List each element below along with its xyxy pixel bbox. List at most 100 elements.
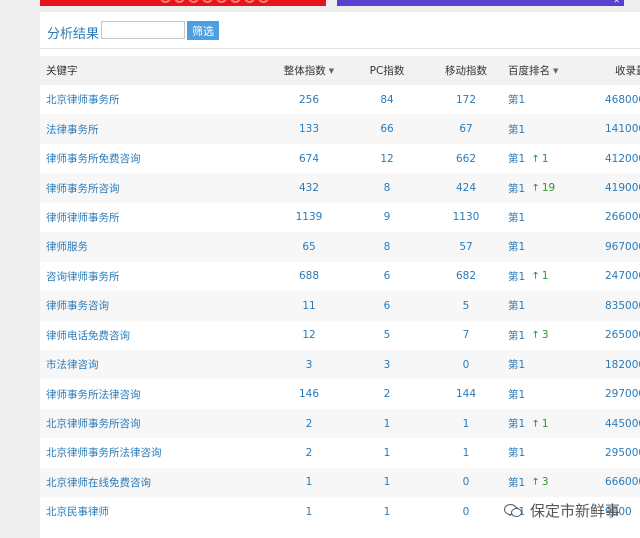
baidu-rank[interactable]: 第1 [508, 269, 525, 284]
indexed-count[interactable]: 967000 [605, 241, 640, 253]
pc-index[interactable]: 6 [384, 270, 391, 282]
total-index[interactable]: 65 [302, 241, 315, 253]
mobile-index[interactable]: 662 [456, 153, 476, 165]
total-index[interactable]: 2 [306, 418, 313, 430]
pc-index[interactable]: 1 [384, 506, 391, 518]
pc-index[interactable]: 2 [384, 388, 391, 400]
total-index[interactable]: 133 [299, 123, 319, 135]
total-index[interactable]: 674 [299, 153, 319, 165]
purple-ad-banner[interactable]: ✕ [337, 0, 624, 6]
mobile-index[interactable]: 144 [456, 388, 476, 400]
baidu-rank[interactable]: 第1 [508, 210, 525, 225]
column-header-label: 整体指数 [283, 65, 326, 77]
total-index[interactable]: 688 [299, 270, 319, 282]
baidu-rank[interactable]: 第1 [508, 416, 525, 431]
mobile-index[interactable]: 1130 [453, 211, 480, 223]
mobile-index[interactable]: 172 [456, 94, 476, 106]
indexed-count[interactable]: 2650000 [605, 329, 640, 341]
baidu-rank[interactable]: 第1 [508, 357, 525, 372]
mobile-index[interactable]: 0 [463, 476, 470, 488]
pc-index[interactable]: 5 [384, 329, 391, 341]
mobile-index[interactable]: 7 [463, 329, 470, 341]
results-panel: 分析结果 筛选 关键字 整体指数 ▼ PC指数 移动指数 百度排名 ▼ 收录 北… [40, 12, 640, 538]
red-ad-banner[interactable] [40, 0, 326, 6]
keyword-link[interactable]: 北京民事律师 [46, 504, 109, 519]
indexed-count[interactable]: 297000 [605, 388, 640, 400]
indexed-count[interactable]: 6660000 [605, 476, 640, 488]
indexed-count[interactable]: 1820000 [605, 359, 640, 371]
pc-index[interactable]: 8 [384, 182, 391, 194]
keyword-link[interactable]: 法律事务所 [46, 122, 99, 137]
keyword-link[interactable]: 律师事务所咨询 [46, 181, 120, 196]
keyword-link[interactable]: 律师电话免费咨询 [46, 328, 130, 343]
keyword-link[interactable]: 律师服务 [46, 239, 88, 254]
keyword-link[interactable]: 北京律师在线免费咨询 [46, 475, 151, 490]
mobile-index[interactable]: 57 [459, 241, 472, 253]
indexed-count[interactable]: 835000 [605, 300, 640, 312]
indexed-count[interactable]: 419000 [605, 182, 640, 194]
baidu-rank[interactable]: 第1 [508, 122, 525, 137]
pc-index[interactable]: 66 [380, 123, 393, 135]
keyword-link[interactable]: 北京律师事务所 [46, 92, 120, 107]
baidu-rank[interactable]: 第1 [508, 92, 525, 107]
pc-index[interactable]: 1 [384, 476, 391, 488]
pc-index[interactable]: 9 [384, 211, 391, 223]
baidu-rank[interactable]: 第1 [508, 239, 525, 254]
keyword-link[interactable]: 北京律师事务所咨询 [46, 416, 141, 431]
keyword-link[interactable]: 咨询律师事务所 [46, 269, 120, 284]
indexed-count[interactable]: 247000 [605, 270, 640, 282]
pc-index[interactable]: 84 [380, 94, 393, 106]
mobile-index[interactable]: 1 [463, 418, 470, 430]
baidu-rank[interactable]: 第1 [508, 445, 525, 460]
mobile-index[interactable]: 5 [463, 300, 470, 312]
total-index[interactable]: 2 [306, 447, 313, 459]
keyword-link[interactable]: 律师事务咨询 [46, 298, 109, 313]
indexed-count[interactable]: 412000 [605, 153, 640, 165]
baidu-rank[interactable]: 第1 [508, 387, 525, 402]
keyword-link[interactable]: 律师律师事务所 [46, 210, 120, 225]
keyword-link[interactable]: 北京律师事务所法律咨询 [46, 445, 162, 460]
keyword-link[interactable]: 律师事务所法律咨询 [46, 387, 141, 402]
filter-bar: 分析结果 筛选 [40, 12, 640, 48]
baidu-rank[interactable]: 第1 [508, 298, 525, 313]
close-icon[interactable]: ✕ [613, 0, 620, 5]
total-index[interactable]: 11 [302, 300, 315, 312]
mobile-index[interactable]: 0 [463, 506, 470, 518]
pc-index[interactable]: 1 [384, 447, 391, 459]
total-index[interactable]: 1139 [296, 211, 323, 223]
indexed-count[interactable]: 468000 [605, 94, 640, 106]
total-index[interactable]: 12 [302, 329, 315, 341]
total-index[interactable]: 432 [299, 182, 319, 194]
pc-index[interactable]: 1 [384, 418, 391, 430]
indexed-count[interactable]: 1410000 [605, 123, 640, 135]
pc-index[interactable]: 6 [384, 300, 391, 312]
column-header-baidu-rank[interactable]: 百度排名 ▼ [508, 56, 588, 85]
baidu-rank[interactable]: 第1 [508, 328, 525, 343]
total-index[interactable]: 1 [306, 506, 313, 518]
mobile-index[interactable]: 0 [463, 359, 470, 371]
indexed-count[interactable]: 295000 [605, 447, 640, 459]
total-index[interactable]: 3 [306, 359, 313, 371]
mobile-index[interactable]: 682 [456, 270, 476, 282]
pc-index[interactable]: 12 [380, 153, 393, 165]
baidu-rank[interactable]: 第1 [508, 475, 525, 490]
indexed-count[interactable]: 2660000 [605, 211, 640, 223]
keyword-link[interactable]: 律师事务所免费咨询 [46, 151, 141, 166]
pc-index[interactable]: 8 [384, 241, 391, 253]
total-index[interactable]: 256 [299, 94, 319, 106]
column-header-label: PC指数 [369, 65, 405, 77]
keyword-link[interactable]: 市法律咨询 [46, 357, 99, 372]
total-index[interactable]: 1 [306, 476, 313, 488]
baidu-rank[interactable]: 第1 [508, 151, 525, 166]
mobile-index[interactable]: 424 [456, 182, 476, 194]
baidu-rank[interactable]: 第1 [508, 181, 525, 196]
mobile-index[interactable]: 1 [463, 447, 470, 459]
column-header-indexed: 收录量 [588, 56, 640, 85]
filter-button[interactable]: 筛选 [187, 21, 219, 40]
mobile-index[interactable]: 67 [459, 123, 472, 135]
indexed-count[interactable]: 445000 [605, 418, 640, 430]
total-index[interactable]: 146 [299, 388, 319, 400]
column-header-total-index[interactable]: 整体指数 ▼ [280, 56, 338, 85]
filter-input[interactable] [101, 21, 185, 39]
pc-index[interactable]: 3 [384, 359, 391, 371]
